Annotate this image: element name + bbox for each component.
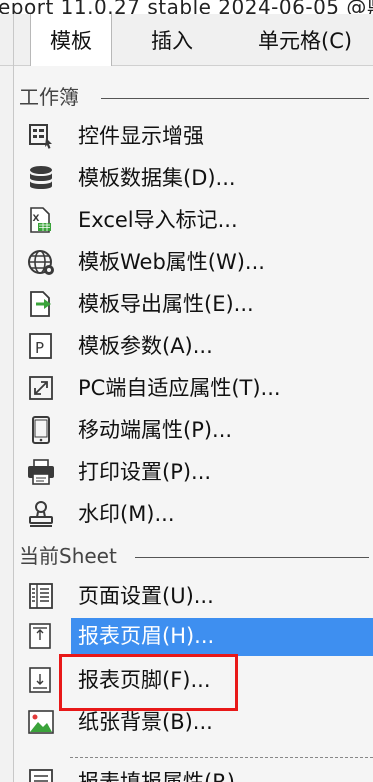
- menu-item-print-settings[interactable]: 打印设置(P)...: [14, 452, 373, 492]
- menu-item-label: 模板数据集(D)...: [78, 166, 236, 190]
- svg-text:P: P: [35, 339, 44, 357]
- printer-icon: [26, 457, 56, 487]
- globe-web-icon: [26, 247, 56, 277]
- tab-cell[interactable]: 单元格(C): [258, 14, 352, 66]
- menu-item-page-setup[interactable]: 页面设置(U)...: [14, 576, 373, 616]
- menu-item-label: 模板参数(A)...: [78, 334, 213, 358]
- mobile-icon: [26, 415, 56, 445]
- menu-item-mobile-properties[interactable]: 移动端属性(P)...: [14, 410, 373, 450]
- menu-item-paper-background[interactable]: 纸张背景(B)...: [14, 702, 373, 742]
- resize-icon: [26, 373, 56, 403]
- fill-properties-icon: [26, 767, 56, 782]
- template-dropdown-menu: 工作簿 控件显示增强 模板数据集(D)... X Excel导入标记... 模板…: [13, 66, 373, 782]
- menu-item-widget-display[interactable]: 控件显示增强: [14, 116, 373, 156]
- section-divider: [135, 557, 369, 558]
- menu-item-label: 报表填报属性(R)...: [78, 770, 256, 782]
- menu-item-label: 页面设置(U)...: [78, 584, 214, 608]
- menu-item-label: 报表页眉(H)...: [78, 624, 215, 648]
- window-title: eport 11.0.27 stable 2024-06-05 @鼎: [0, 0, 373, 14]
- watermark-stamp-icon: [26, 499, 56, 529]
- menu-item-label: 纸张背景(B)...: [78, 710, 213, 734]
- menu-item-watermark[interactable]: 水印(M)...: [14, 494, 373, 534]
- tab-insert[interactable]: 插入: [151, 14, 193, 66]
- menu-item-label: 移动端属性(P)...: [78, 418, 233, 442]
- menu-item-label: 水印(M)...: [78, 502, 175, 526]
- menu-item-label: 打印设置(P)...: [78, 460, 212, 484]
- menu-item-template-web-properties[interactable]: 模板Web属性(W)...: [14, 242, 373, 282]
- parameter-icon: P: [26, 331, 56, 361]
- menu-item-label: 控件显示增强: [78, 124, 204, 148]
- footer-icon: [26, 665, 56, 695]
- page-setup-icon: [26, 581, 56, 611]
- menu-item-template-export-properties[interactable]: 模板导出属性(E)...: [14, 284, 373, 324]
- menu-item-label: PC端自适应属性(T)...: [78, 376, 281, 400]
- menu-separator: [70, 757, 373, 758]
- export-icon: [26, 289, 56, 319]
- excel-import-icon: X: [26, 205, 56, 235]
- tab-template[interactable]: 模板: [30, 14, 112, 66]
- menu-bar-divider: [13, 14, 14, 66]
- menu-item-label: 模板导出属性(E)...: [78, 292, 254, 316]
- menu-item-pc-adaptive-properties[interactable]: PC端自适应属性(T)...: [14, 368, 373, 408]
- database-icon: [26, 163, 56, 193]
- menu-item-label: 报表页脚(F)...: [78, 668, 211, 692]
- menu-item-label: 模板Web属性(W)...: [78, 250, 265, 274]
- paper-background-icon: [26, 707, 56, 737]
- widget-display-icon: [26, 121, 56, 151]
- menu-item-report-header[interactable]: 报表页眉(H)...: [14, 616, 373, 656]
- menu-bar: 模板 插入 单元格(C): [0, 14, 373, 66]
- section-title-current-sheet: 当前Sheet: [19, 544, 117, 568]
- menu-item-label: Excel导入标记...: [78, 208, 238, 232]
- menu-item-report-fill-properties[interactable]: 报表填报属性(R)...: [14, 762, 373, 782]
- menu-item-report-footer[interactable]: 报表页脚(F)...: [14, 660, 373, 700]
- section-title-workbook: 工作簿: [19, 85, 79, 109]
- header-icon: [26, 621, 56, 651]
- svg-text:X: X: [33, 214, 40, 224]
- window-title-bar: eport 11.0.27 stable 2024-06-05 @鼎: [0, 0, 373, 14]
- menu-item-excel-import[interactable]: X Excel导入标记...: [14, 200, 373, 240]
- section-divider: [101, 98, 369, 99]
- menu-item-template-dataset[interactable]: 模板数据集(D)...: [14, 158, 373, 198]
- section-header-workbook: 工作簿: [19, 82, 369, 112]
- menu-item-template-parameters[interactable]: P 模板参数(A)...: [14, 326, 373, 366]
- section-header-current-sheet: 当前Sheet: [19, 541, 369, 571]
